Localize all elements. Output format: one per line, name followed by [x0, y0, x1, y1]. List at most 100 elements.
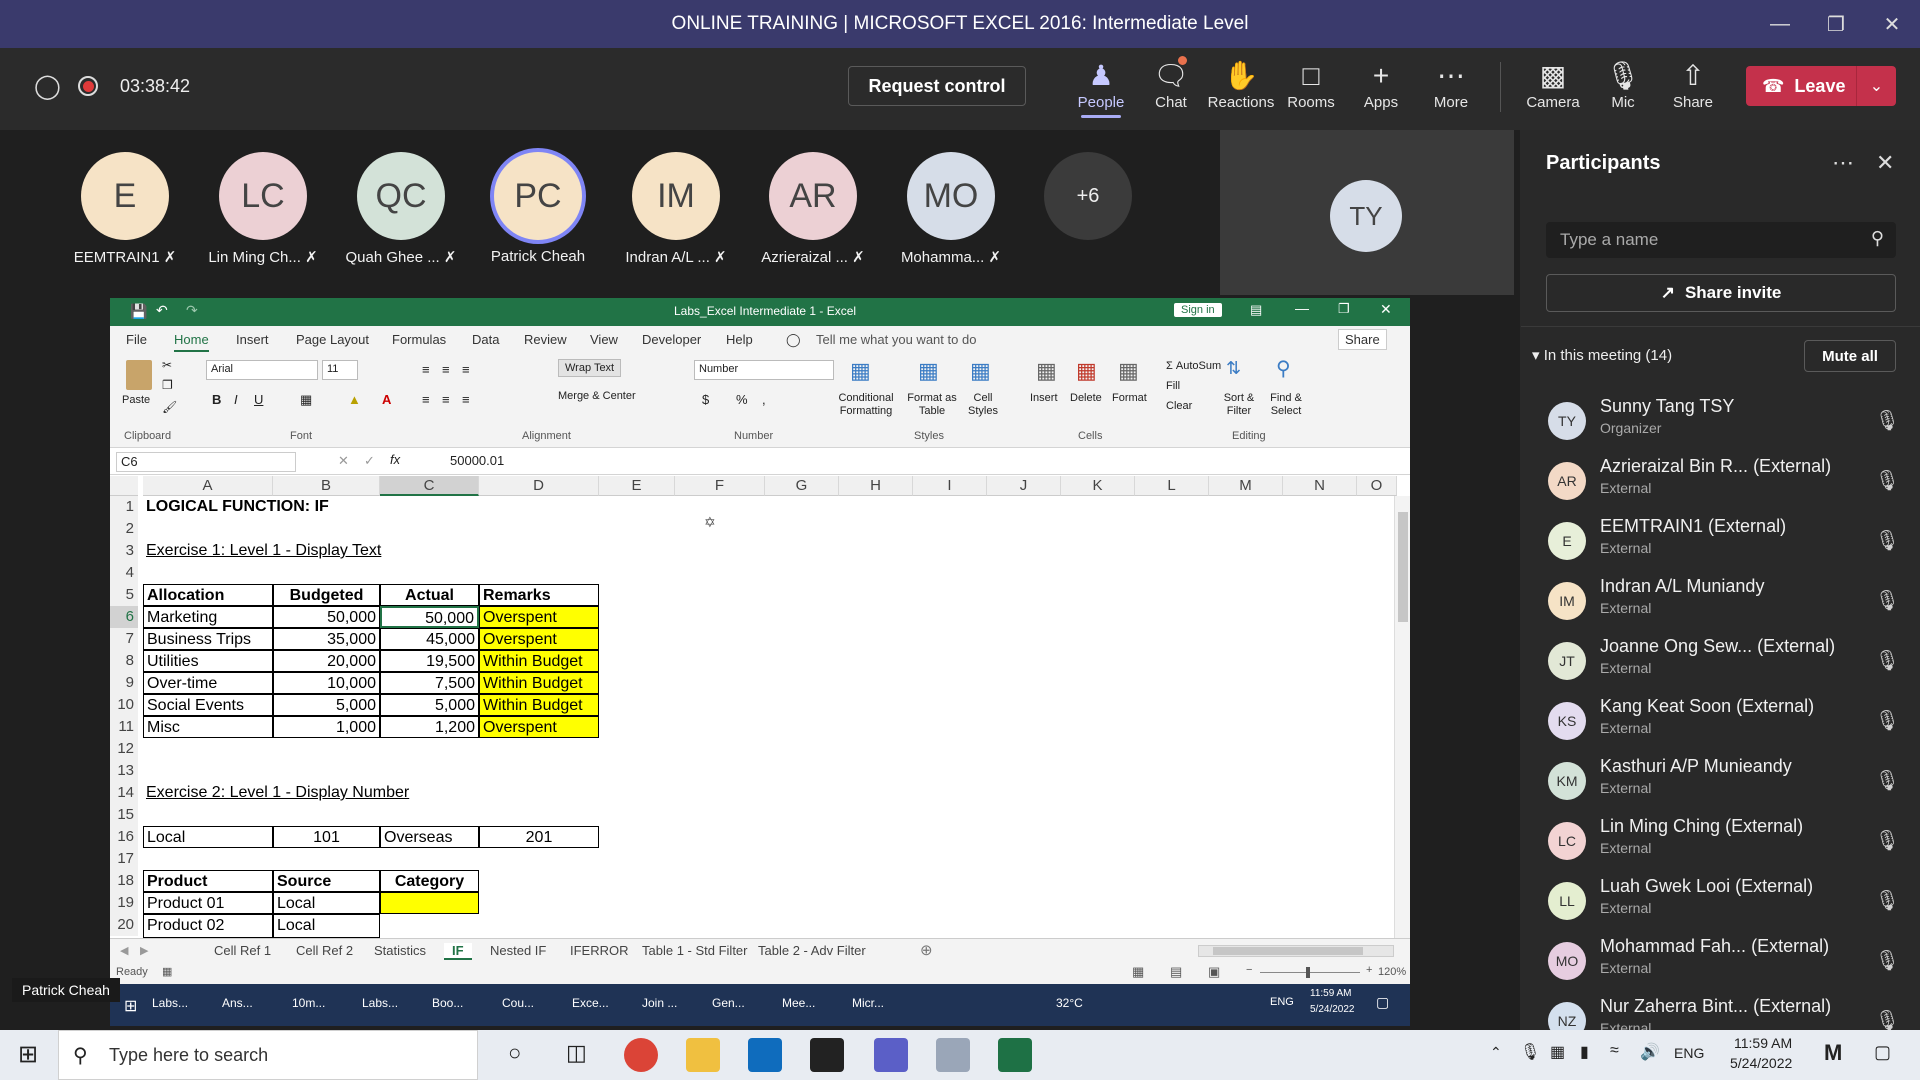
- borders-icon[interactable]: ▦: [300, 392, 312, 408]
- cell-c16[interactable]: Overseas: [380, 826, 479, 848]
- column-header[interactable]: G: [765, 476, 839, 496]
- insert-function-icon[interactable]: fx: [390, 452, 400, 467]
- chat-button[interactable]: 🗨 Chat: [1138, 58, 1204, 124]
- column-header[interactable]: J: [987, 476, 1061, 496]
- cell-b9[interactable]: 10,000: [273, 672, 380, 694]
- more-participants-button[interactable]: +6: [1018, 152, 1158, 240]
- italic-icon[interactable]: I: [234, 392, 238, 407]
- battery-icon[interactable]: ▮: [1580, 1042, 1589, 1062]
- delete-cells-button[interactable]: Delete: [1070, 392, 1102, 404]
- apps-button[interactable]: + Apps: [1348, 58, 1414, 124]
- close-panel-icon[interactable]: ✕: [1876, 150, 1894, 176]
- mic-tray-icon[interactable]: 🎙: [1520, 1042, 1540, 1062]
- participant-row[interactable]: TY Sunny Tang TSY Organizer 🎙: [1548, 392, 1908, 452]
- clear-button[interactable]: Clear: [1166, 400, 1192, 412]
- percent-icon[interactable]: %: [736, 392, 748, 407]
- name-box[interactable]: C6: [116, 452, 296, 472]
- restore-icon[interactable]: ❐: [1808, 0, 1864, 48]
- cancel-icon[interactable]: ✕: [338, 453, 349, 469]
- cell-b6[interactable]: 50,000: [273, 606, 380, 628]
- cell-a10[interactable]: Social Events: [143, 694, 273, 716]
- redo-icon[interactable]: ↷: [186, 302, 198, 319]
- tab-formulas[interactable]: Formulas: [392, 332, 446, 347]
- row-header[interactable]: 9: [110, 672, 138, 694]
- in-meeting-section[interactable]: ▾ In this meeting (14): [1532, 346, 1672, 364]
- participant-row[interactable]: E EEMTRAIN1 (External) External 🎙: [1548, 512, 1908, 572]
- restore-icon[interactable]: ❐: [1338, 301, 1350, 317]
- next-sheet-icon[interactable]: ▶: [140, 944, 148, 957]
- row-header[interactable]: 1: [110, 496, 138, 518]
- cell-a16[interactable]: Local: [143, 826, 273, 848]
- new-sheet-icon[interactable]: ⊕: [920, 941, 933, 959]
- page-layout-view-icon[interactable]: ▤: [1170, 964, 1182, 980]
- sheet-tab[interactable]: Statistics: [374, 943, 426, 958]
- clock-date[interactable]: 5/24/2022: [1730, 1055, 1792, 1071]
- page-break-view-icon[interactable]: ▣: [1208, 964, 1220, 980]
- excel-icon[interactable]: [998, 1038, 1032, 1072]
- share-button[interactable]: ⇧ Share: [1660, 58, 1726, 124]
- cell-c5[interactable]: Actual: [380, 584, 479, 606]
- mic-off-icon[interactable]: 🎙: [1875, 408, 1900, 433]
- minimize-icon[interactable]: —: [1752, 0, 1808, 48]
- participant-tile[interactable]: LC Lin Ming Ch... ✗: [193, 152, 333, 266]
- participant-tile[interactable]: E EEMTRAIN1 ✗: [55, 152, 195, 266]
- cell-a3[interactable]: Exercise 1: Level 1 - Display Text: [143, 540, 384, 562]
- column-header[interactable]: K: [1061, 476, 1135, 496]
- zoom-level[interactable]: 120%: [1378, 966, 1406, 978]
- sheet-tab[interactable]: Table 2 - Adv Filter: [758, 943, 866, 958]
- request-control-button[interactable]: Request control: [848, 66, 1026, 106]
- row-header[interactable]: 11: [110, 716, 138, 738]
- cell-c11[interactable]: 1,200: [380, 716, 479, 738]
- row-header[interactable]: 19: [110, 892, 138, 914]
- row-header[interactable]: 20: [110, 914, 138, 936]
- paste-button[interactable]: Paste: [122, 394, 150, 406]
- cell-b20[interactable]: Local: [273, 914, 380, 938]
- align-middle-icon[interactable]: ≡: [442, 362, 450, 377]
- row-header[interactable]: 17: [110, 848, 138, 870]
- underline-icon[interactable]: U: [254, 392, 263, 407]
- cell-d6[interactable]: Overspent: [479, 606, 599, 628]
- align-left-icon[interactable]: ≡: [422, 392, 430, 407]
- sort-filter-button[interactable]: Sort & Filter: [1218, 392, 1260, 418]
- column-header[interactable]: H: [839, 476, 913, 496]
- prev-sheet-icon[interactable]: ◀: [120, 944, 128, 957]
- more-button[interactable]: ⋯ More: [1418, 58, 1484, 124]
- select-all-corner[interactable]: [110, 476, 138, 496]
- cell-a8[interactable]: Utilities: [143, 650, 273, 672]
- tab-file[interactable]: File: [126, 332, 147, 347]
- cell-c19[interactable]: [380, 892, 479, 914]
- cell-a9[interactable]: Over-time: [143, 672, 273, 694]
- cell-a14[interactable]: Exercise 2: Level 1 - Display Number: [143, 782, 412, 804]
- column-header[interactable]: C: [380, 476, 479, 496]
- tab-view[interactable]: View: [590, 332, 618, 347]
- participant-tile[interactable]: MO Mohamma... ✗: [881, 152, 1021, 266]
- cell-d7[interactable]: Overspent: [479, 628, 599, 650]
- sheet-tab[interactable]: IFERROR: [570, 943, 629, 958]
- participant-tile[interactable]: AR Azrieraizal ... ✗: [743, 152, 883, 266]
- cortana-icon[interactable]: ○: [508, 1040, 521, 1066]
- align-right-icon[interactable]: ≡: [462, 392, 470, 407]
- app-tray-icon[interactable]: M: [1824, 1040, 1842, 1066]
- undo-icon[interactable]: ↶: [156, 302, 168, 319]
- scroll-thumb[interactable]: [1398, 512, 1408, 622]
- cell-c7[interactable]: 45,000: [380, 628, 479, 650]
- participant-tile[interactable]: IM Indran A/L ... ✗: [606, 152, 746, 266]
- tab-insert[interactable]: Insert: [236, 332, 269, 347]
- sticky-notes-icon[interactable]: [810, 1038, 844, 1072]
- language-indicator[interactable]: ENG: [1674, 1045, 1704, 1061]
- more-options-icon[interactable]: ⋯: [1832, 150, 1854, 176]
- column-header[interactable]: F: [675, 476, 765, 496]
- cell-d9[interactable]: Within Budget: [479, 672, 599, 694]
- task-view-icon[interactable]: ◫: [566, 1040, 587, 1066]
- cell-a19[interactable]: Product 01: [143, 892, 273, 914]
- align-center-icon[interactable]: ≡: [442, 392, 450, 407]
- fill-button[interactable]: Fill: [1166, 380, 1180, 392]
- clock-time[interactable]: 11:59 AM: [1734, 1035, 1792, 1051]
- participant-search-input[interactable]: Type a name ⚲: [1546, 222, 1896, 258]
- cell-b16[interactable]: 101: [273, 826, 380, 848]
- cell-d16[interactable]: 201: [479, 826, 599, 848]
- column-header[interactable]: O: [1357, 476, 1397, 496]
- row-header[interactable]: 18: [110, 870, 138, 892]
- find-select-button[interactable]: Find & Select: [1264, 392, 1308, 418]
- people-button[interactable]: ♟ People: [1068, 58, 1134, 124]
